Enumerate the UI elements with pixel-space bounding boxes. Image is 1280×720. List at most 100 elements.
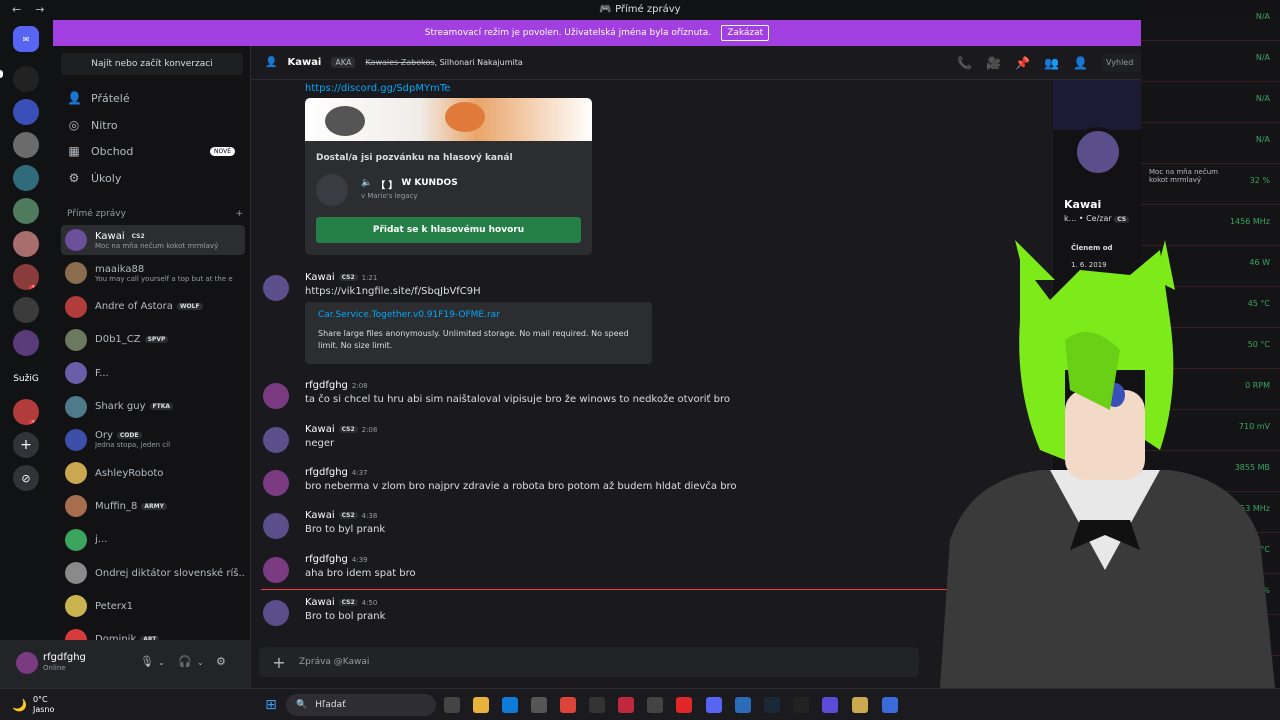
hw-row: N/A <box>1141 123 1280 164</box>
moon-icon: 🌙 <box>12 698 27 712</box>
dm-item[interactable]: Muffin_8 ARMY <box>61 491 245 521</box>
add-server-icon[interactable]: + <box>13 432 39 458</box>
avatar[interactable] <box>263 557 289 583</box>
explore-icon[interactable]: ⊘ <box>13 465 39 491</box>
discord-taskbar-icon[interactable] <box>706 697 722 713</box>
weather-widget[interactable]: 🌙 0°C Jasno <box>12 695 54 715</box>
dm-name: D0b1_CZ <box>95 334 141 346</box>
server-icon-2[interactable] <box>13 99 39 125</box>
twitch-icon[interactable] <box>822 697 838 713</box>
dm-item[interactable]: Kawai CS2 Moc na mňa nečum kokot mrmlavý <box>61 225 245 255</box>
video-call-icon[interactable]: 🎥 <box>986 56 1001 70</box>
avatar[interactable] <box>263 513 289 539</box>
profile-avatar[interactable] <box>1073 127 1123 177</box>
dm-item[interactable]: maaika88 You may call yourself a top but … <box>61 258 245 288</box>
vtube-studio-icon[interactable] <box>735 697 751 713</box>
dm-item[interactable]: Peterx1 <box>61 591 245 621</box>
server-icon-4[interactable] <box>13 165 39 191</box>
add-attachment-icon[interactable]: + <box>259 653 299 672</box>
chevron-down-icon[interactable]: ⌄ <box>197 658 204 667</box>
store-icon[interactable] <box>531 697 547 713</box>
server-icon-10[interactable]: 13 <box>13 399 39 425</box>
find-conversation-button[interactable]: Najít nebo začít konverzaci <box>61 53 243 75</box>
user-profile-icon[interactable]: 👤 <box>1073 56 1088 70</box>
dm-sidebar: Najít nebo začít konverzaci 👤 Přátelé ◎ Ni… <box>53 46 250 651</box>
message-input-bar[interactable]: + Zpráva @Kawai <box>259 647 919 677</box>
server-icon-9[interactable] <box>13 330 39 356</box>
dm-status: Jedna stopa, jeden cíl <box>95 441 171 450</box>
nav-quests[interactable]: ⚙ Úkoly <box>61 166 243 190</box>
user-avatar[interactable] <box>16 652 38 674</box>
server-icon-3[interactable] <box>13 132 39 158</box>
message-time: 4:50 <box>361 598 378 607</box>
youtube-icon[interactable] <box>676 697 692 713</box>
home-button[interactable]: ✉ <box>13 26 39 52</box>
settings-gear-icon[interactable]: ⚙ <box>216 655 226 668</box>
disable-streaming-button[interactable]: Zakázat <box>721 25 770 41</box>
avatar[interactable] <box>263 427 289 453</box>
dm-item[interactable]: F... <box>61 358 245 388</box>
app-icon-blue[interactable] <box>882 697 898 713</box>
nav-nitro[interactable]: ◎ Nitro <box>61 113 243 137</box>
dm-tag: CS2 <box>128 232 148 240</box>
steam-icon[interactable] <box>764 697 780 713</box>
message-author[interactable]: Kawai <box>305 424 335 435</box>
server-folder-suzig[interactable]: SužiG <box>13 366 39 392</box>
nav-shop[interactable]: ▦ Obchod NOVÉ <box>61 139 243 163</box>
shop-icon: ▦ <box>68 144 80 158</box>
server-icon-5[interactable] <box>13 198 39 224</box>
dm-item[interactable]: Shark guy FTKA <box>61 392 245 422</box>
dm-name: Kawai <box>95 230 125 242</box>
embed-title[interactable]: Car.Service.Together.v0.91F19-OFME.rar <box>318 310 642 320</box>
server-icon-7[interactable]: 14 <box>13 264 39 290</box>
dm-item[interactable]: AshleyRoboto <box>61 458 245 488</box>
message-text[interactable]: https://vik1ngfile.site/f/SbqJbVfC9H <box>305 286 481 297</box>
epic-icon[interactable] <box>793 697 809 713</box>
server-rail: ✉ 8 14 SužiG 13 + ⊘ <box>0 20 53 688</box>
microphone-icon[interactable]: 🎙 <box>140 655 154 668</box>
message-text: neger <box>305 438 335 449</box>
message-author[interactable]: rfgdfghg <box>305 380 348 391</box>
nav-friends[interactable]: 👤 Přátelé <box>61 86 243 110</box>
server-icon-8[interactable] <box>13 297 39 323</box>
dm-item[interactable]: Ory CODE Jedna stopa, jeden cíl <box>61 425 245 455</box>
create-dm-icon[interactable]: + <box>235 209 243 219</box>
message-author[interactable]: rfgdfghg <box>305 467 348 478</box>
task-view-icon[interactable] <box>444 697 460 713</box>
windows-start-icon[interactable]: ⊞ <box>263 697 279 713</box>
server-icon-1[interactable] <box>13 66 39 92</box>
invite-link[interactable]: https://discord.gg/SdpMYmTe <box>305 83 450 94</box>
vtuber-avatar <box>940 240 1275 688</box>
file-explorer-icon[interactable] <box>473 697 489 713</box>
voice-call-icon[interactable]: 📞 <box>957 56 972 70</box>
dm-item[interactable]: Andre of Astora WOLF <box>61 292 245 322</box>
dm-item[interactable]: Ondrej diktátor slovenské ríš... <box>61 558 245 588</box>
avatar[interactable] <box>263 600 289 626</box>
message-author[interactable]: Kawai <box>305 272 335 283</box>
epic-games-icon[interactable] <box>589 697 605 713</box>
search-input[interactable]: Vyhled <box>1102 54 1142 72</box>
join-voice-button[interactable]: Přidat se k hlasovému hovoru <box>316 217 581 243</box>
add-friends-icon[interactable]: 👥 <box>1044 56 1059 70</box>
chevron-down-icon[interactable]: ⌄ <box>158 658 165 667</box>
avatar[interactable] <box>263 383 289 409</box>
message-text: Bro to bol prank <box>305 611 386 622</box>
message-author[interactable]: Kawai <box>305 597 335 608</box>
message-tag: CS2 <box>338 274 358 281</box>
app-icon-gold[interactable] <box>852 697 868 713</box>
server-icon-6[interactable]: 8 <box>13 231 39 257</box>
unity-icon[interactable] <box>647 697 663 713</box>
chrome-icon[interactable] <box>560 697 576 713</box>
dm-item[interactable]: j... <box>61 525 245 555</box>
headphones-icon[interactable]: 🎧 <box>178 655 192 668</box>
avatar[interactable] <box>263 470 289 496</box>
message-author[interactable]: Kawai <box>305 510 335 521</box>
dm-item[interactable]: D0b1_CZ SPVP <box>61 325 245 355</box>
avatar[interactable] <box>263 275 289 301</box>
edge-icon[interactable] <box>502 697 518 713</box>
app-icon-red[interactable] <box>618 697 634 713</box>
message-author[interactable]: rfgdfghg <box>305 554 348 565</box>
message-input[interactable]: Zpráva @Kawai <box>299 657 369 667</box>
pin-icon[interactable]: 📌 <box>1015 56 1030 70</box>
taskbar-search[interactable]: 🔍 Hľadať <box>286 694 436 716</box>
